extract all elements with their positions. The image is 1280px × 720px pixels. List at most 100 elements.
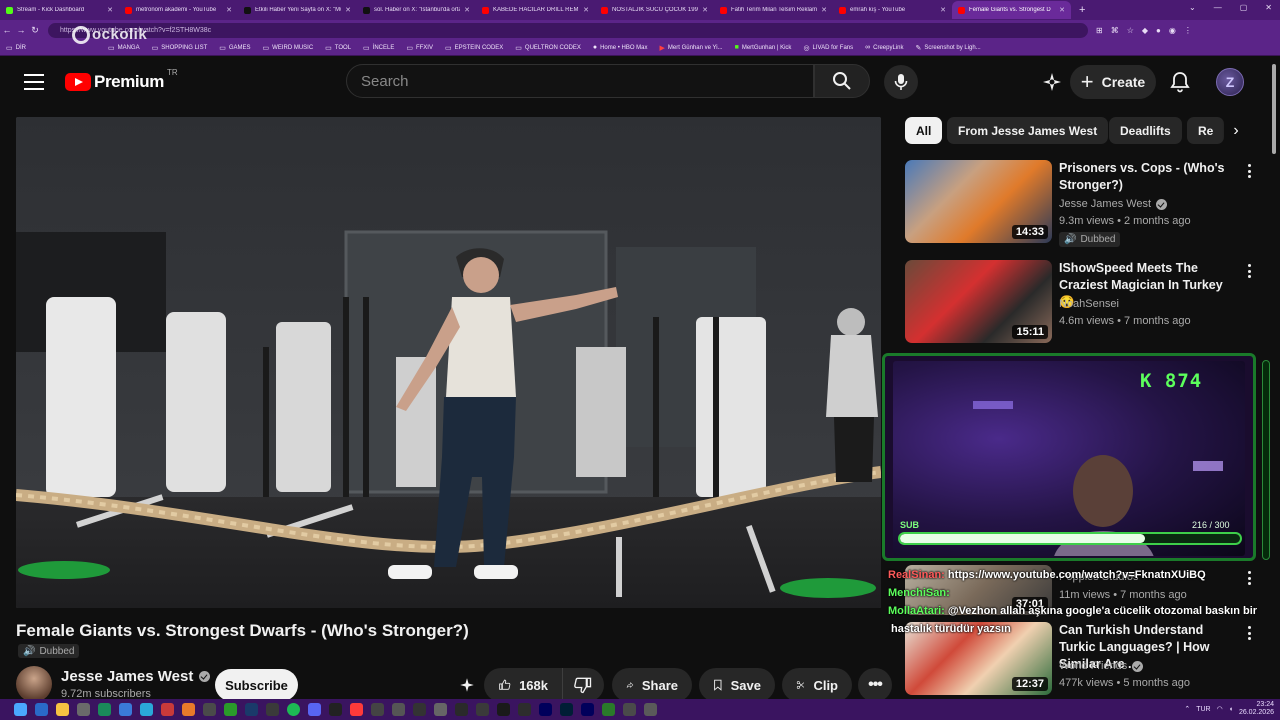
chip-related[interactable]: Re [1187,117,1225,144]
steam-icon[interactable] [245,703,258,716]
app-icon[interactable] [644,703,657,716]
app-icon[interactable] [392,703,405,716]
recommendation-title[interactable]: Prisoners vs. Cops - (Who's Stronger?) [1059,160,1237,194]
forward-icon[interactable]: → [14,25,28,35]
bookmark-item[interactable]: ▶ Mert Günhan ve Yi... [660,44,729,52]
search-button[interactable] [814,64,870,98]
create-button[interactable]: + Create [1070,65,1156,99]
app-icon[interactable] [371,703,384,716]
close-tab-icon[interactable]: ✕ [940,6,946,14]
voice-search-button[interactable] [884,65,918,99]
app-icon[interactable] [455,703,468,716]
app-icon[interactable] [518,703,531,716]
bookmark-item[interactable]: ◎ LIVAD for Fans [803,44,859,52]
recommendation-channel[interactable]: NoahSensei [1059,298,1119,310]
volume-icon[interactable]: ◖ [1229,706,1233,713]
install-icon[interactable]: ⊞ [1096,26,1103,35]
video-thumbnail[interactable]: 15:11 [905,260,1052,343]
menu-dots-icon[interactable]: ⋮ [1184,26,1192,35]
more-vertical-icon[interactable] [1243,262,1255,280]
photoshop-icon[interactable] [560,703,573,716]
app-icon[interactable] [182,703,195,716]
file-explorer-icon[interactable] [56,703,69,716]
app-icon[interactable] [434,703,447,716]
app-icon[interactable] [203,703,216,716]
url-field[interactable]: https://www.youtube.com/watch?v=f2STH8W3… [48,22,1088,38]
app-icon[interactable] [266,703,279,716]
app-icon[interactable] [497,703,510,716]
discord-icon[interactable] [308,703,321,716]
chip-all[interactable]: All [905,117,943,144]
edge-icon[interactable] [140,703,153,716]
app-icon[interactable] [98,703,111,716]
back-icon[interactable]: ← [0,25,14,35]
obs-icon[interactable] [329,703,342,716]
bookmark-item[interactable]: ▭ SHOPPING LIST [152,44,214,52]
app-icon[interactable] [77,703,90,716]
xbox-icon[interactable] [224,703,237,716]
chip-from-channel[interactable]: From Jesse James West [947,117,1109,144]
recommendation-card[interactable]: 15:11 IShowSpeed Meets The Craziest Magi… [905,260,1255,344]
app-icon[interactable] [413,703,426,716]
chevron-up-icon[interactable]: ⌃ [1184,705,1190,713]
reload-icon[interactable]: ↻ [28,25,42,36]
bookmark-item[interactable]: ▭ GAMES [219,44,256,52]
close-window-icon[interactable]: ✕ [1265,3,1272,12]
more-vertical-icon[interactable] [1243,162,1255,180]
close-tab-icon[interactable]: ✕ [107,6,113,14]
app-icon[interactable] [602,703,615,716]
video-player[interactable] [16,117,881,608]
bookmark-item[interactable]: ▭ DİR [6,44,32,52]
browser-tab[interactable]: KABEDE HACILAR DRILL REMIX(prod✕ [476,1,595,19]
chevron-down-icon[interactable]: ⌄ [1189,3,1196,12]
close-tab-icon[interactable]: ✕ [345,6,351,14]
recommendation-channel[interactable]: World Friends [1059,660,1144,672]
profile-icon[interactable]: ◉ [1169,26,1176,35]
new-tab-button[interactable]: + [1071,4,1093,16]
video-thumbnail[interactable]: 14:33 [905,160,1052,243]
account-avatar[interactable]: Z [1216,68,1244,96]
browser-tab[interactable]: Etkili Haber Yeni Sayfa on X: "Mura ✕ [238,1,357,19]
start-icon[interactable] [14,703,27,716]
bookmark-star-icon[interactable]: ☆ [1127,26,1134,35]
notifications-button[interactable] [1168,70,1192,94]
browser-tab[interactable]: NOSTALJİK SUCU ÇOCUK 1995 RE✕ [595,1,714,19]
app-icon[interactable] [350,703,363,716]
browser-icon[interactable] [161,703,174,716]
more-vertical-icon[interactable] [1243,624,1255,642]
search-input[interactable] [346,64,814,98]
after-effects-icon[interactable] [539,703,552,716]
close-tab-icon[interactable]: ✕ [226,6,232,14]
bookmark-item[interactable]: ▭ EPSTEIN CODEX [445,44,509,52]
bookmark-item[interactable]: ✎ Screenshot by Ligh... [915,44,986,52]
bookmark-item[interactable]: ▭ İNCELE [363,44,400,52]
close-tab-icon[interactable]: ✕ [583,6,589,14]
app-icon[interactable] [119,703,132,716]
close-tab-icon[interactable]: ✕ [702,6,708,14]
chevron-right-icon[interactable]: › [1222,117,1250,145]
bookmark-item[interactable]: ■ MertGunhan | Kick [735,44,798,51]
more-vertical-icon[interactable] [1243,569,1255,587]
app-icon[interactable] [623,703,636,716]
channel-avatar[interactable] [16,666,52,702]
browser-tab-active[interactable]: Female Giants vs. Strongest D ✕ [952,1,1071,19]
like-button[interactable]: 168k [484,668,562,702]
page-scrollbar-thumb[interactable] [1272,64,1276,154]
bookmark-item[interactable]: ● Home • HBO Max [593,44,654,51]
recommendation-channel[interactable]: Jesse James West [1059,198,1168,210]
maximize-icon[interactable]: ▢ [1240,3,1248,12]
minimize-icon[interactable]: — [1214,3,1222,12]
close-tab-icon[interactable]: ✕ [464,6,470,14]
wifi-icon[interactable]: ◠ [1217,705,1223,713]
channel-name-link[interactable]: Jesse James West [61,668,211,685]
bookmark-item[interactable]: ▭ QUELTRON CODEX [515,44,587,52]
clip-button[interactable]: Clip [782,668,852,702]
extension-icon[interactable]: ● [1156,26,1161,35]
close-tab-icon[interactable]: ✕ [1059,6,1065,14]
dislike-button[interactable] [562,668,604,702]
hamburger-menu-icon[interactable] [22,71,46,93]
subscribe-button[interactable]: Subscribe [215,669,298,701]
bookmark-item[interactable]: ▭ WEIRD MUSIC [263,44,320,52]
bookmark-item[interactable]: ▭ FFXIV [406,44,439,52]
save-button[interactable]: Save [699,668,775,702]
